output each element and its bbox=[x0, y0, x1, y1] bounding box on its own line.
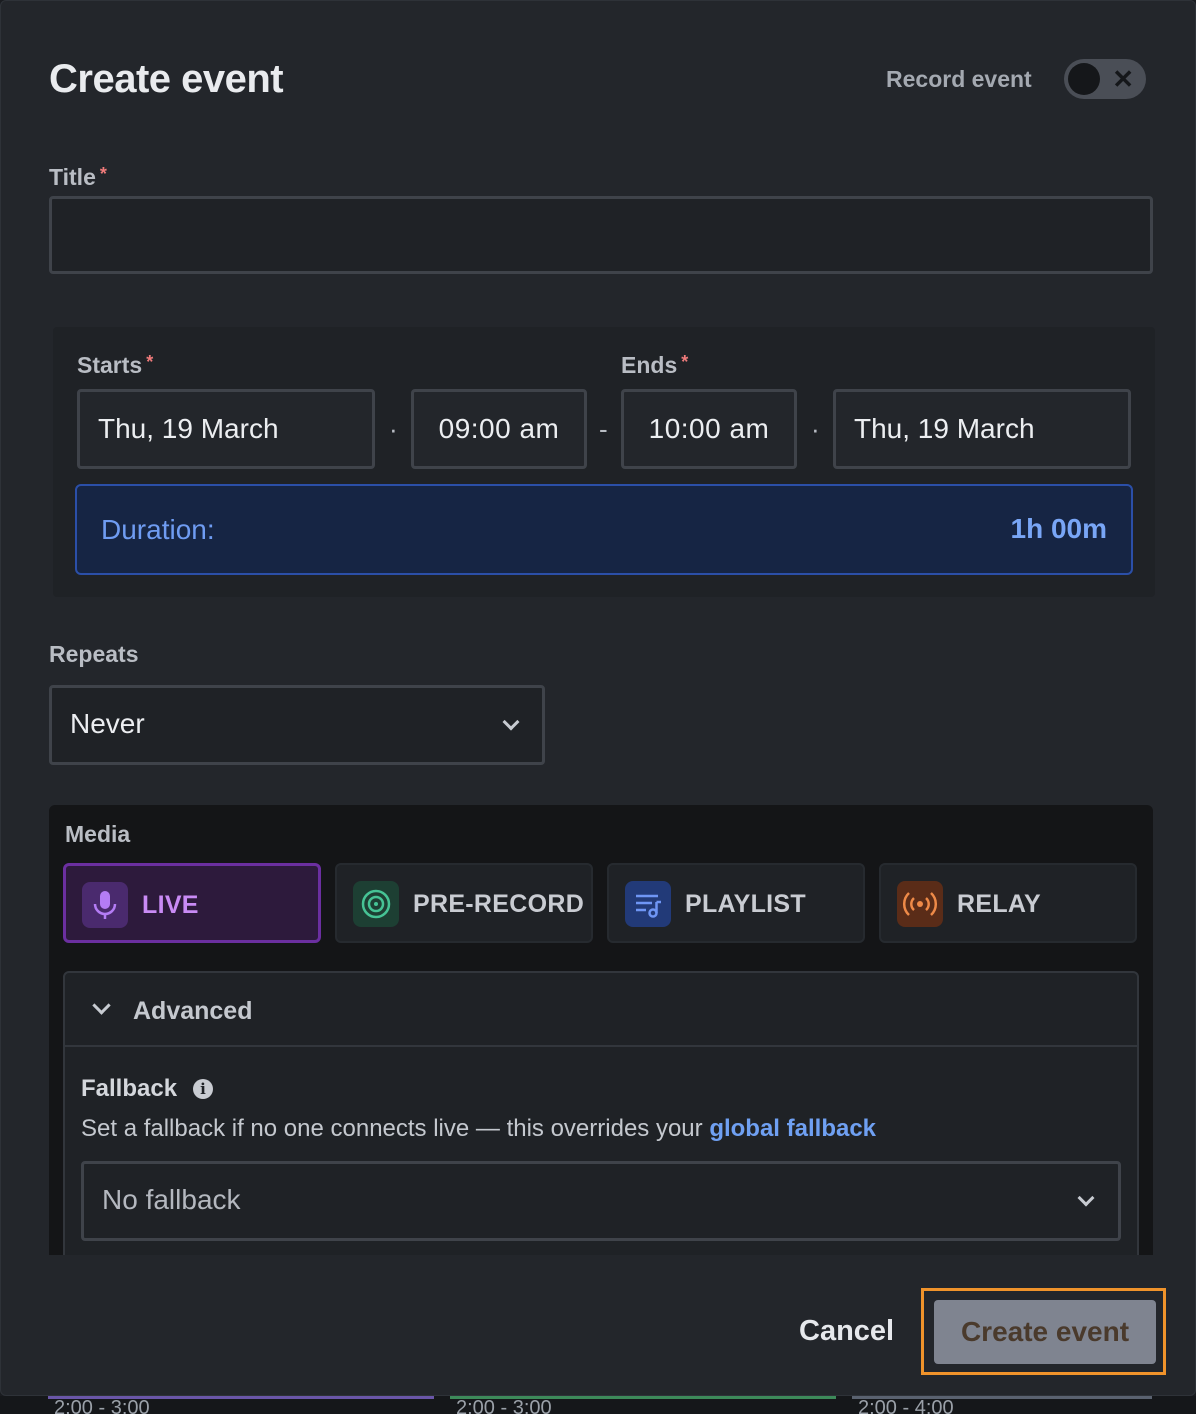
broadcast-icon bbox=[897, 881, 943, 927]
required-mark: * bbox=[681, 352, 689, 372]
background-slot: 2:00 - 3:00 bbox=[48, 1396, 434, 1414]
background-slot: 2:00 - 4:00 bbox=[852, 1396, 1152, 1414]
end-time-field[interactable]: 10:00 am bbox=[621, 389, 797, 469]
global-fallback-link[interactable]: global fallback bbox=[709, 1115, 876, 1142]
starts-label: Starts * bbox=[77, 352, 153, 379]
media-section: Media LIVE PRE-RECORD PLAYLIST RELAY Adv… bbox=[49, 805, 1153, 1255]
ends-label: Ends * bbox=[621, 352, 688, 379]
fallback-value: No fallback bbox=[102, 1184, 241, 1215]
info-icon[interactable]: i bbox=[193, 1079, 213, 1099]
duration-label: Duration: bbox=[101, 514, 215, 545]
duration-value: 1h 00m bbox=[1010, 513, 1108, 544]
fallback-label: Fallback bbox=[81, 1075, 178, 1102]
modal-title: Create event bbox=[49, 57, 284, 101]
playlist-icon bbox=[625, 881, 671, 927]
chevron-down-icon bbox=[92, 996, 111, 1015]
media-option-label: RELAY bbox=[957, 890, 1041, 918]
cancel-button[interactable]: Cancel bbox=[799, 1315, 894, 1348]
microphone-icon bbox=[82, 882, 128, 928]
fallback-select[interactable]: No fallback bbox=[81, 1161, 1121, 1241]
media-option-label: LIVE bbox=[142, 891, 199, 919]
background-slot: 2:00 - 3:00 bbox=[450, 1396, 836, 1414]
media-option-relay[interactable]: RELAY bbox=[879, 863, 1137, 943]
media-option-pre-record[interactable]: PRE-RECORD bbox=[335, 863, 593, 943]
create-event-highlight: Create event bbox=[921, 1288, 1166, 1375]
toggle-knob bbox=[1068, 63, 1100, 95]
separator-dot: · bbox=[811, 414, 820, 444]
media-option-live[interactable]: LIVE bbox=[63, 863, 321, 943]
end-date-field[interactable]: Thu, 19 March bbox=[833, 389, 1131, 469]
duration-banner: Duration: 1h 00m bbox=[75, 484, 1133, 575]
title-label-text: Title bbox=[49, 164, 96, 190]
title-input[interactable] bbox=[49, 196, 1153, 274]
close-icon: ✕ bbox=[1112, 64, 1134, 94]
start-date-field[interactable]: Thu, 19 March bbox=[77, 389, 375, 469]
chevron-down-icon bbox=[1077, 1189, 1095, 1207]
create-event-button[interactable]: Create event bbox=[934, 1300, 1156, 1364]
repeats-select[interactable]: Never bbox=[49, 685, 545, 765]
starts-label-text: Starts bbox=[77, 352, 143, 378]
required-mark: * bbox=[99, 164, 107, 184]
create-event-modal: Create event Record event ✕ Title * Start… bbox=[0, 0, 1196, 1396]
separator-dash: - bbox=[599, 414, 608, 444]
ends-label-text: Ends bbox=[621, 352, 678, 378]
background-schedule-strip: 2:00 - 3:00 2:00 - 3:00 2:00 - 4:00 bbox=[0, 1396, 1196, 1414]
record-event-label: Record event bbox=[886, 66, 1032, 92]
media-option-label: PLAYLIST bbox=[685, 890, 806, 918]
repeats-label: Repeats bbox=[49, 641, 139, 667]
fallback-description: Set a fallback if no one connects live —… bbox=[81, 1115, 876, 1143]
media-label: Media bbox=[65, 821, 131, 847]
separator-dot: · bbox=[389, 414, 398, 444]
media-option-playlist[interactable]: PLAYLIST bbox=[607, 863, 865, 943]
fallback-description-text: Set a fallback if no one connects live —… bbox=[81, 1115, 710, 1142]
advanced-panel: Advanced Fallback i Set a fallback if no… bbox=[63, 971, 1139, 1255]
record-event-toggle[interactable]: ✕ bbox=[1064, 59, 1146, 99]
start-time-field[interactable]: 09:00 am bbox=[411, 389, 587, 469]
advanced-toggle[interactable]: Advanced bbox=[65, 973, 1137, 1047]
title-label: Title * bbox=[49, 164, 107, 191]
vinyl-icon bbox=[353, 881, 399, 927]
advanced-header: Advanced bbox=[133, 997, 253, 1025]
required-mark: * bbox=[146, 352, 154, 372]
chevron-down-icon bbox=[502, 713, 520, 731]
repeats-value: Never bbox=[70, 708, 145, 739]
media-option-label: PRE-RECORD bbox=[413, 890, 585, 918]
